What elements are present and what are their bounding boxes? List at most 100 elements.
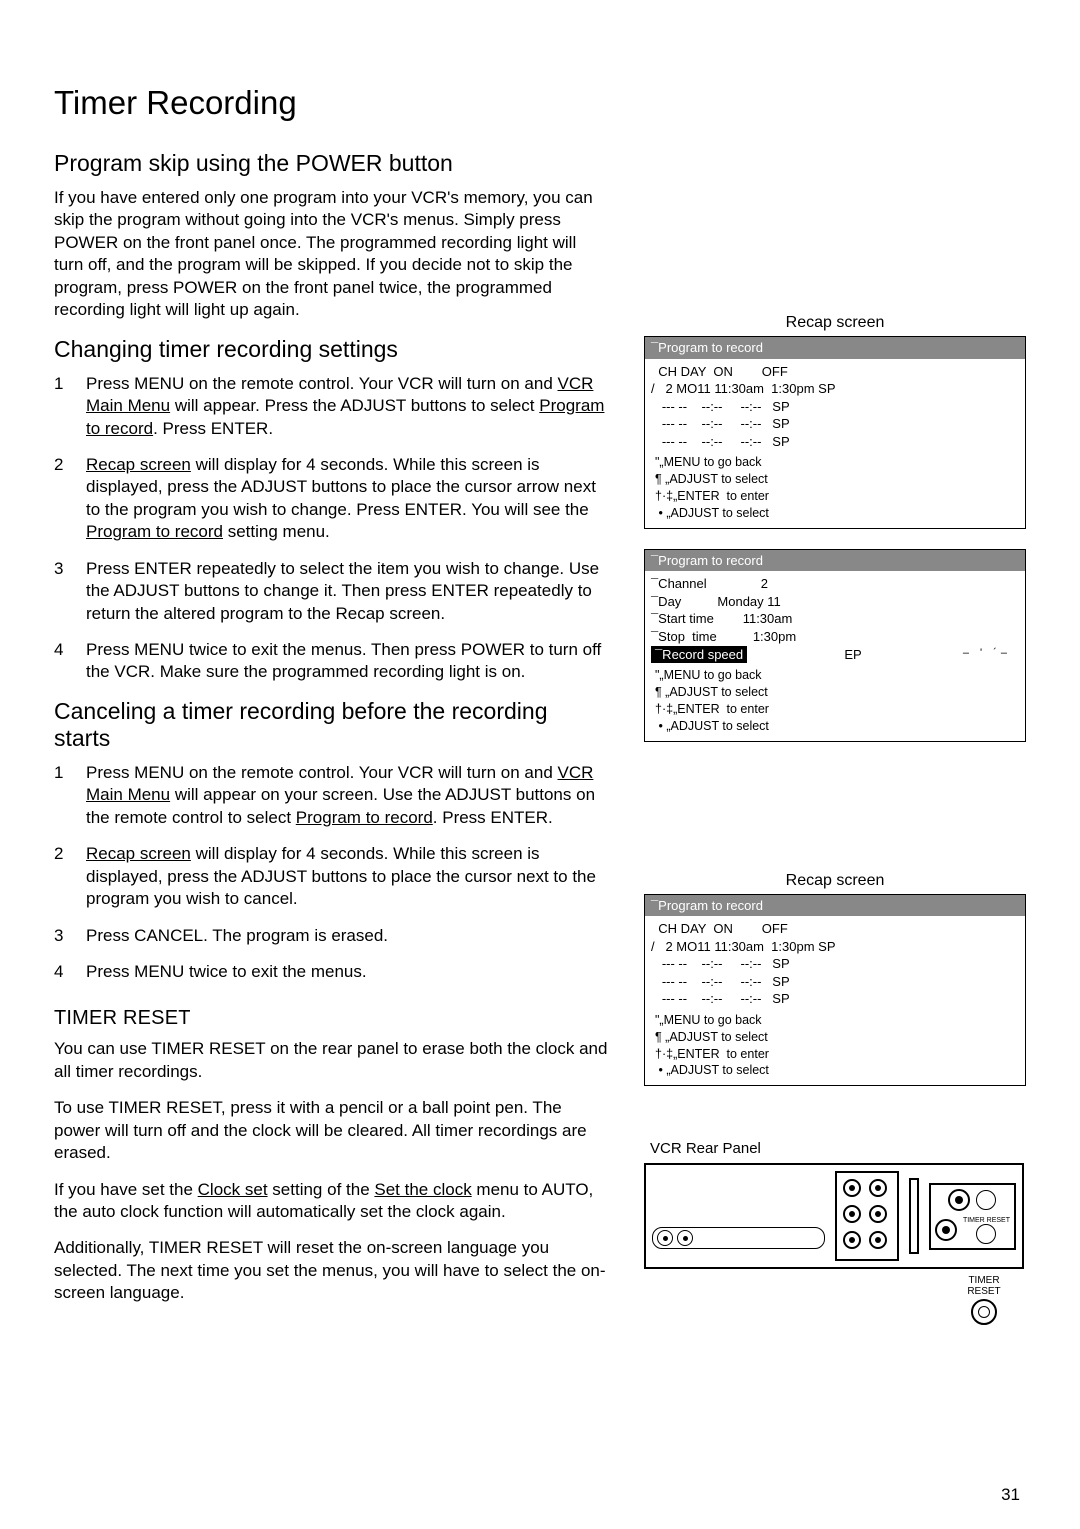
timer-reset-button-icon <box>971 1299 997 1325</box>
osd-row: --- -- --:-- --:-- SP <box>651 398 1019 416</box>
osd-row: / 2 MO11 11:30am 1:30pm SP <box>651 380 1019 398</box>
osd-speed-row: ¯Record speed EP – ' ´– <box>651 646 1019 664</box>
list-item: 1 Press MENU on the remote control. Your… <box>54 762 610 829</box>
osd-stop-row: ¯Stop time 1:30pm <box>651 628 1019 646</box>
osd-title: ¯Program to record <box>645 550 1025 572</box>
recap-screen-label-1: Recap screen <box>644 314 1026 332</box>
rear-panel-label: VCR Rear Panel <box>650 1140 1024 1157</box>
timer-reset-tiny-label: TIMER RESET <box>963 1217 1010 1224</box>
antenna-jack-icon <box>935 1219 957 1241</box>
step-num: 1 <box>54 762 68 829</box>
step-num: 4 <box>54 961 68 983</box>
section-heading-cancel: Canceling a timer recording before the r… <box>54 698 610 752</box>
reset-p3: If you have set the Clock set setting of… <box>54 1179 610 1224</box>
osd-row: --- -- --:-- --:-- SP <box>651 955 1019 973</box>
list-item: 4 Press MENU twice to exit the menus. <box>54 961 610 983</box>
osd-body: ¯Channel 2 ¯Day Monday 11 ¯Start time 11… <box>645 571 1025 665</box>
jack-grid-icon <box>835 1171 899 1261</box>
osd-speed-label-inverted: ¯Record speed <box>651 646 747 664</box>
jack-icon <box>843 1205 861 1223</box>
step-text: Press MENU on the remote control. Your V… <box>86 762 610 829</box>
step-text: Press MENU on the remote control. Your V… <box>86 373 610 440</box>
timer-reset-label-line1: TIMER <box>968 1275 999 1286</box>
timer-reset-label-line2: RESET <box>967 1286 1000 1297</box>
osd-title: ¯Program to record <box>645 895 1025 917</box>
osd-help-line: ¶ „ADJUST to select <box>655 471 1019 488</box>
osd-body: CH DAY ON OFF / 2 MO11 11:30am 1:30pm SP… <box>645 916 1025 1010</box>
blink-arrows-icon: – ' ´– <box>963 646 1011 661</box>
osd-help-line: • „ADJUST to select <box>655 1062 1019 1079</box>
osd-row: / 2 MO11 11:30am 1:30pm SP <box>651 938 1019 956</box>
osd-recap-1: ¯Program to record CH DAY ON OFF / 2 MO1… <box>644 336 1026 529</box>
manual-page: Timer Recording Program skip using the P… <box>0 0 1080 1529</box>
jack-icon <box>869 1179 887 1197</box>
section-body-skip: If you have entered only one program int… <box>54 187 610 322</box>
step-text: Recap screen will display for 4 seconds.… <box>86 843 610 910</box>
step-num: 3 <box>54 925 68 947</box>
osd-help: "„MENU to go back ¶ „ADJUST to select †·… <box>645 665 1025 735</box>
osd-title: ¯Program to record <box>645 337 1025 359</box>
osd-help-line: • „ADJUST to select <box>655 505 1019 522</box>
rear-panel-figure: VCR Rear Panel <box>644 1140 1024 1325</box>
osd-day-row: ¯Day Monday 11 <box>651 593 1019 611</box>
reset-p1: You can use TIMER RESET on the rear pane… <box>54 1038 610 1083</box>
steps-cancel: 1 Press MENU on the remote control. Your… <box>54 762 610 984</box>
jack-icon <box>843 1179 861 1197</box>
osd-body: CH DAY ON OFF / 2 MO11 11:30am 1:30pm SP… <box>645 359 1025 453</box>
rear-right-block: TIMER RESET <box>929 1183 1016 1250</box>
list-item: 2 Recap screen will display for 4 second… <box>54 843 610 910</box>
list-item: 2 Recap screen will display for 4 second… <box>54 454 610 544</box>
osd-row-header: CH DAY ON OFF <box>651 920 1019 938</box>
list-item: 4 Press MENU twice to exit the menus. Th… <box>54 639 610 684</box>
osd-detail: ¯Program to record ¯Channel 2 ¯Day Monda… <box>644 549 1026 742</box>
steps-change: 1 Press MENU on the remote control. Your… <box>54 373 610 684</box>
jack-icon <box>869 1205 887 1223</box>
timer-reset-hole-icon <box>976 1224 996 1244</box>
right-column: Recap screen ¯Program to record CH DAY O… <box>644 84 1026 1325</box>
recap-screen-label-2: Recap screen <box>644 872 1026 890</box>
reset-p2: To use TIMER RESET, press it with a penc… <box>54 1097 610 1164</box>
osd-help: "„MENU to go back ¶ „ADJUST to select †·… <box>645 1010 1025 1080</box>
step-num: 4 <box>54 639 68 684</box>
osd-help-line: †·‡„ENTER to enter <box>655 1046 1019 1063</box>
step-num: 1 <box>54 373 68 440</box>
step-text: Recap screen will display for 4 seconds.… <box>86 454 610 544</box>
page-number: 31 <box>1001 1485 1020 1505</box>
osd-help-line: †·‡„ENTER to enter <box>655 488 1019 505</box>
section-heading-skip: Program skip using the POWER button <box>54 150 610 177</box>
osd-help-line: "„MENU to go back <box>655 667 1019 684</box>
circle-icon <box>976 1190 996 1210</box>
step-text: Press MENU twice to exit the menus. <box>86 961 367 983</box>
osd-help: "„MENU to go back ¶ „ADJUST to select †·… <box>645 452 1025 522</box>
osd-help-line: †·‡„ENTER to enter <box>655 701 1019 718</box>
step-text: Press ENTER repeatedly to select the ite… <box>86 558 610 625</box>
step-text: Press MENU twice to exit the menus. Then… <box>86 639 610 684</box>
osd-speed-value: EP <box>844 647 861 662</box>
osd-help-line: "„MENU to go back <box>655 1012 1019 1029</box>
osd-row-header: CH DAY ON OFF <box>651 363 1019 381</box>
osd-help-line: • „ADJUST to select <box>655 718 1019 735</box>
step-num: 2 <box>54 843 68 910</box>
osd-row: --- -- --:-- --:-- SP <box>651 433 1019 451</box>
left-column: Timer Recording Program skip using the P… <box>54 84 610 1325</box>
page-title: Timer Recording <box>54 84 610 122</box>
timer-reset-callout: TIMER RESET <box>944 1275 1024 1325</box>
section-heading-reset: TIMER RESET <box>54 1007 610 1030</box>
step-num: 2 <box>54 454 68 544</box>
jack-icon <box>869 1231 887 1249</box>
jack-icon <box>843 1231 861 1249</box>
section-heading-change: Changing timer recording settings <box>54 336 610 363</box>
osd-row: --- -- --:-- --:-- SP <box>651 415 1019 433</box>
list-item: 1 Press MENU on the remote control. Your… <box>54 373 610 440</box>
step-num: 3 <box>54 558 68 625</box>
osd-channel-row: ¯Channel 2 <box>651 575 1019 593</box>
osd-help-line: ¶ „ADJUST to select <box>655 684 1019 701</box>
osd-row: --- -- --:-- --:-- SP <box>651 990 1019 1008</box>
list-item: 3 Press ENTER repeatedly to select the i… <box>54 558 610 625</box>
jack-icon <box>657 1230 673 1246</box>
step-text: Press CANCEL. The program is erased. <box>86 925 388 947</box>
rear-panel-illustration: TIMER RESET <box>644 1163 1024 1269</box>
rear-slot-left <box>652 1183 825 1249</box>
list-item: 3 Press CANCEL. The program is erased. <box>54 925 610 947</box>
av-jacks-icon <box>652 1227 825 1249</box>
